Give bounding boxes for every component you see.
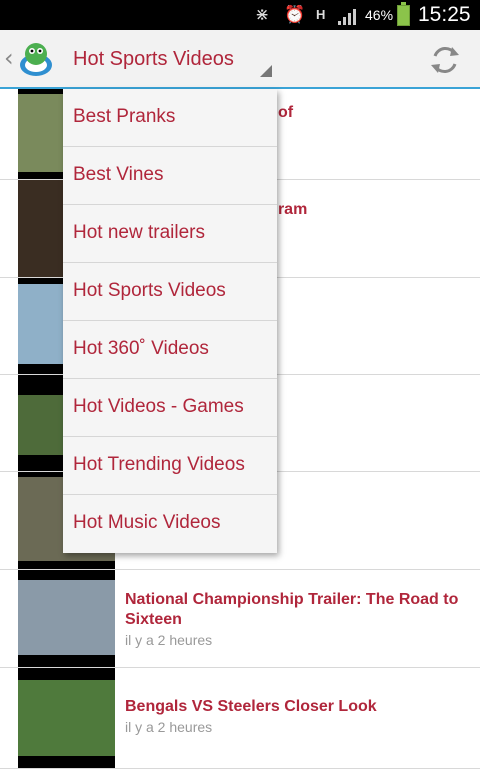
dropdown-item-hot-sports-videos[interactable]: Hot Sports Videos [63, 263, 277, 321]
dropdown-item-label: Hot 360˚ Videos [73, 338, 209, 359]
dropdown-item-hot-videos-games[interactable]: Hot Videos - Games [63, 379, 277, 437]
app-logo-icon[interactable] [18, 39, 54, 77]
alarm-icon: ⏰ [284, 5, 306, 25]
refresh-icon[interactable] [425, 42, 465, 78]
up-caret-icon[interactable]: ‹ [4, 44, 14, 72]
video-thumbnail [18, 668, 115, 768]
dropdown-item-label: Hot Trending Videos [73, 454, 245, 475]
dropdown-item-hot-trending-videos[interactable]: Hot Trending Videos [63, 437, 277, 495]
dropdown-item-hot-360-videos[interactable]: Hot 360˚ Videos [63, 321, 277, 379]
dropdown-item-label: Hot new trailers [73, 222, 205, 243]
video-list-item[interactable]: Bengals VS Steelers Closer Look il y a 2… [0, 668, 480, 769]
category-dropdown: Best Pranks Best Vines Hot new trailers … [63, 89, 277, 553]
dropdown-item-label: Best Vines [73, 164, 164, 185]
video-title: Bengals VS Steelers Closer Look [125, 698, 377, 715]
battery-percent: 46% [365, 7, 394, 23]
video-title: National Championship Trailer: The Road … [125, 591, 459, 628]
dropdown-item-hot-new-trailers[interactable]: Hot new trailers [63, 205, 277, 263]
spinner-title: Hot Sports Videos [73, 48, 234, 70]
video-list-item[interactable]: National Championship Trailer: The Road … [0, 570, 480, 668]
dropdown-item-label: Hot Sports Videos [73, 280, 226, 301]
dropdown-item-best-pranks[interactable]: Best Pranks [63, 89, 277, 147]
spinner-arrow-icon [260, 65, 272, 77]
dropdown-item-hot-music-videos[interactable]: Hot Music Videos [63, 495, 277, 553]
dropdown-item-label: Hot Videos - Games [73, 396, 244, 417]
clock: 15:25 [418, 3, 471, 26]
mute-icon: ⋇ [255, 5, 270, 25]
dropdown-item-best-vines[interactable]: Best Vines [63, 147, 277, 205]
status-bar: ⋇ ⏰ H 46% 15:25 [0, 0, 480, 30]
video-time: il y a 2 heures [125, 632, 213, 648]
battery-icon [397, 2, 410, 26]
h-network-icon: H [316, 7, 326, 22]
dropdown-item-label: Hot Music Videos [73, 512, 221, 533]
video-time: il y a 2 heures [125, 719, 213, 735]
video-thumbnail [18, 570, 115, 667]
action-bar: ‹ Hot Sports Videos [0, 30, 480, 89]
signal-icon [338, 9, 356, 25]
category-spinner[interactable]: Hot Sports Videos [62, 30, 276, 87]
dropdown-item-label: Best Pranks [73, 106, 176, 127]
